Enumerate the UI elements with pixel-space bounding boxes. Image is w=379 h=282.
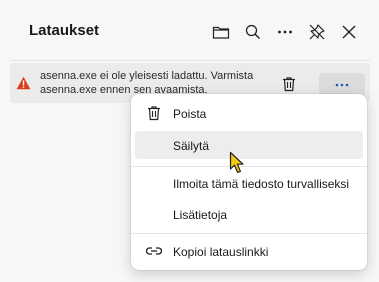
menu-separator <box>131 166 367 167</box>
link-icon <box>146 247 162 255</box>
menu-item-label: Ilmoita tämä tiedosto turvalliseksi <box>173 177 350 191</box>
menu-item-label: Lisätietoja <box>173 208 228 222</box>
search-downloads-button[interactable] <box>240 19 266 45</box>
menu-item-label: Poista <box>173 107 207 121</box>
more-icon <box>278 30 292 34</box>
more-options-button[interactable] <box>272 19 298 45</box>
warning-line-1: asenna.exe ei ole yleisesti ladattu. Var… <box>40 70 254 82</box>
menu-item-keep[interactable]: Säilytä <box>135 131 363 159</box>
panel-header: Lataukset <box>0 0 379 62</box>
unpin-icon <box>309 24 325 40</box>
warning-icon <box>16 76 31 90</box>
menu-item-label: Kopioi latauslinkki <box>173 245 269 259</box>
close-panel-button[interactable] <box>336 19 362 45</box>
header-divider <box>10 60 370 61</box>
downloads-panel: Lataukset asenna.exe ei ole yleisesti la… <box>0 0 379 282</box>
trash-icon <box>283 77 295 92</box>
menu-item-delete[interactable]: Poista <box>135 99 363 127</box>
mouse-cursor-icon <box>229 151 244 174</box>
more-icon <box>335 83 349 87</box>
menu-item-copy-link[interactable]: Kopioi latauslinkki <box>135 237 363 265</box>
delete-download-button[interactable] <box>278 73 300 95</box>
menu-item-label: Säilytä <box>173 139 210 153</box>
menu-separator <box>131 233 367 234</box>
unpin-panel-button[interactable] <box>304 19 330 45</box>
close-icon <box>342 25 356 39</box>
download-context-menu: Poista Säilytä Ilmoita tämä tiedosto tur… <box>131 94 367 270</box>
folder-icon <box>212 26 230 39</box>
menu-item-report-safe[interactable]: Ilmoita tämä tiedosto turvalliseksi <box>135 169 363 197</box>
menu-item-learn-more[interactable]: Lisätietoja <box>135 200 363 228</box>
panel-title: Lataukset <box>29 22 100 39</box>
trash-icon <box>148 106 160 121</box>
open-downloads-folder-button[interactable] <box>208 19 234 45</box>
search-icon <box>245 24 260 39</box>
